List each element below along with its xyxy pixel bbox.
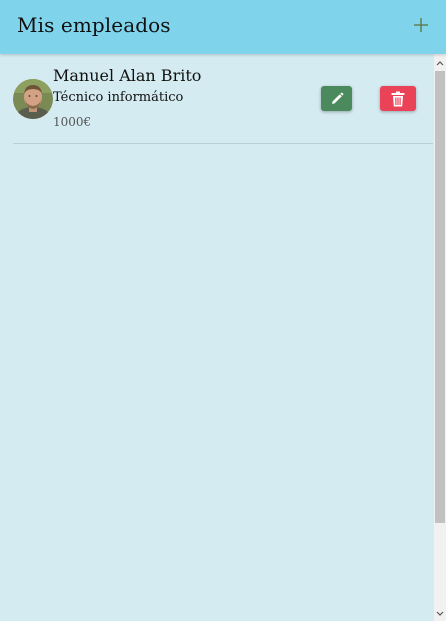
employee-role: Técnico informático (53, 90, 184, 105)
add-employee-button[interactable] (406, 10, 436, 40)
page-title: Mis empleados (17, 13, 171, 37)
scroll-down-arrow[interactable] (434, 607, 446, 621)
trash-icon (391, 91, 405, 106)
employee-name: Manuel Alan Brito (53, 66, 202, 85)
scroll-up-arrow[interactable] (434, 56, 446, 70)
chevron-down-icon (436, 611, 444, 616)
employee-photo (13, 79, 53, 119)
list-item: Manuel Alan Brito Técnico informático 10… (13, 64, 433, 144)
employee-list: Manuel Alan Brito Técnico informático 10… (0, 54, 434, 621)
chevron-up-icon (436, 61, 444, 66)
edit-button[interactable] (321, 86, 352, 111)
app-window: Mis empleados Manuel Alan Brito Técnico … (0, 0, 446, 621)
toolbar: Mis empleados (0, 0, 446, 54)
delete-button[interactable] (380, 86, 416, 111)
vertical-scrollbar[interactable] (434, 54, 446, 621)
scroll-thumb[interactable] (435, 71, 445, 523)
pencil-icon (331, 92, 343, 104)
employee-salary: 1000€ (53, 115, 92, 129)
plus-icon (414, 18, 428, 32)
avatar (13, 79, 53, 119)
